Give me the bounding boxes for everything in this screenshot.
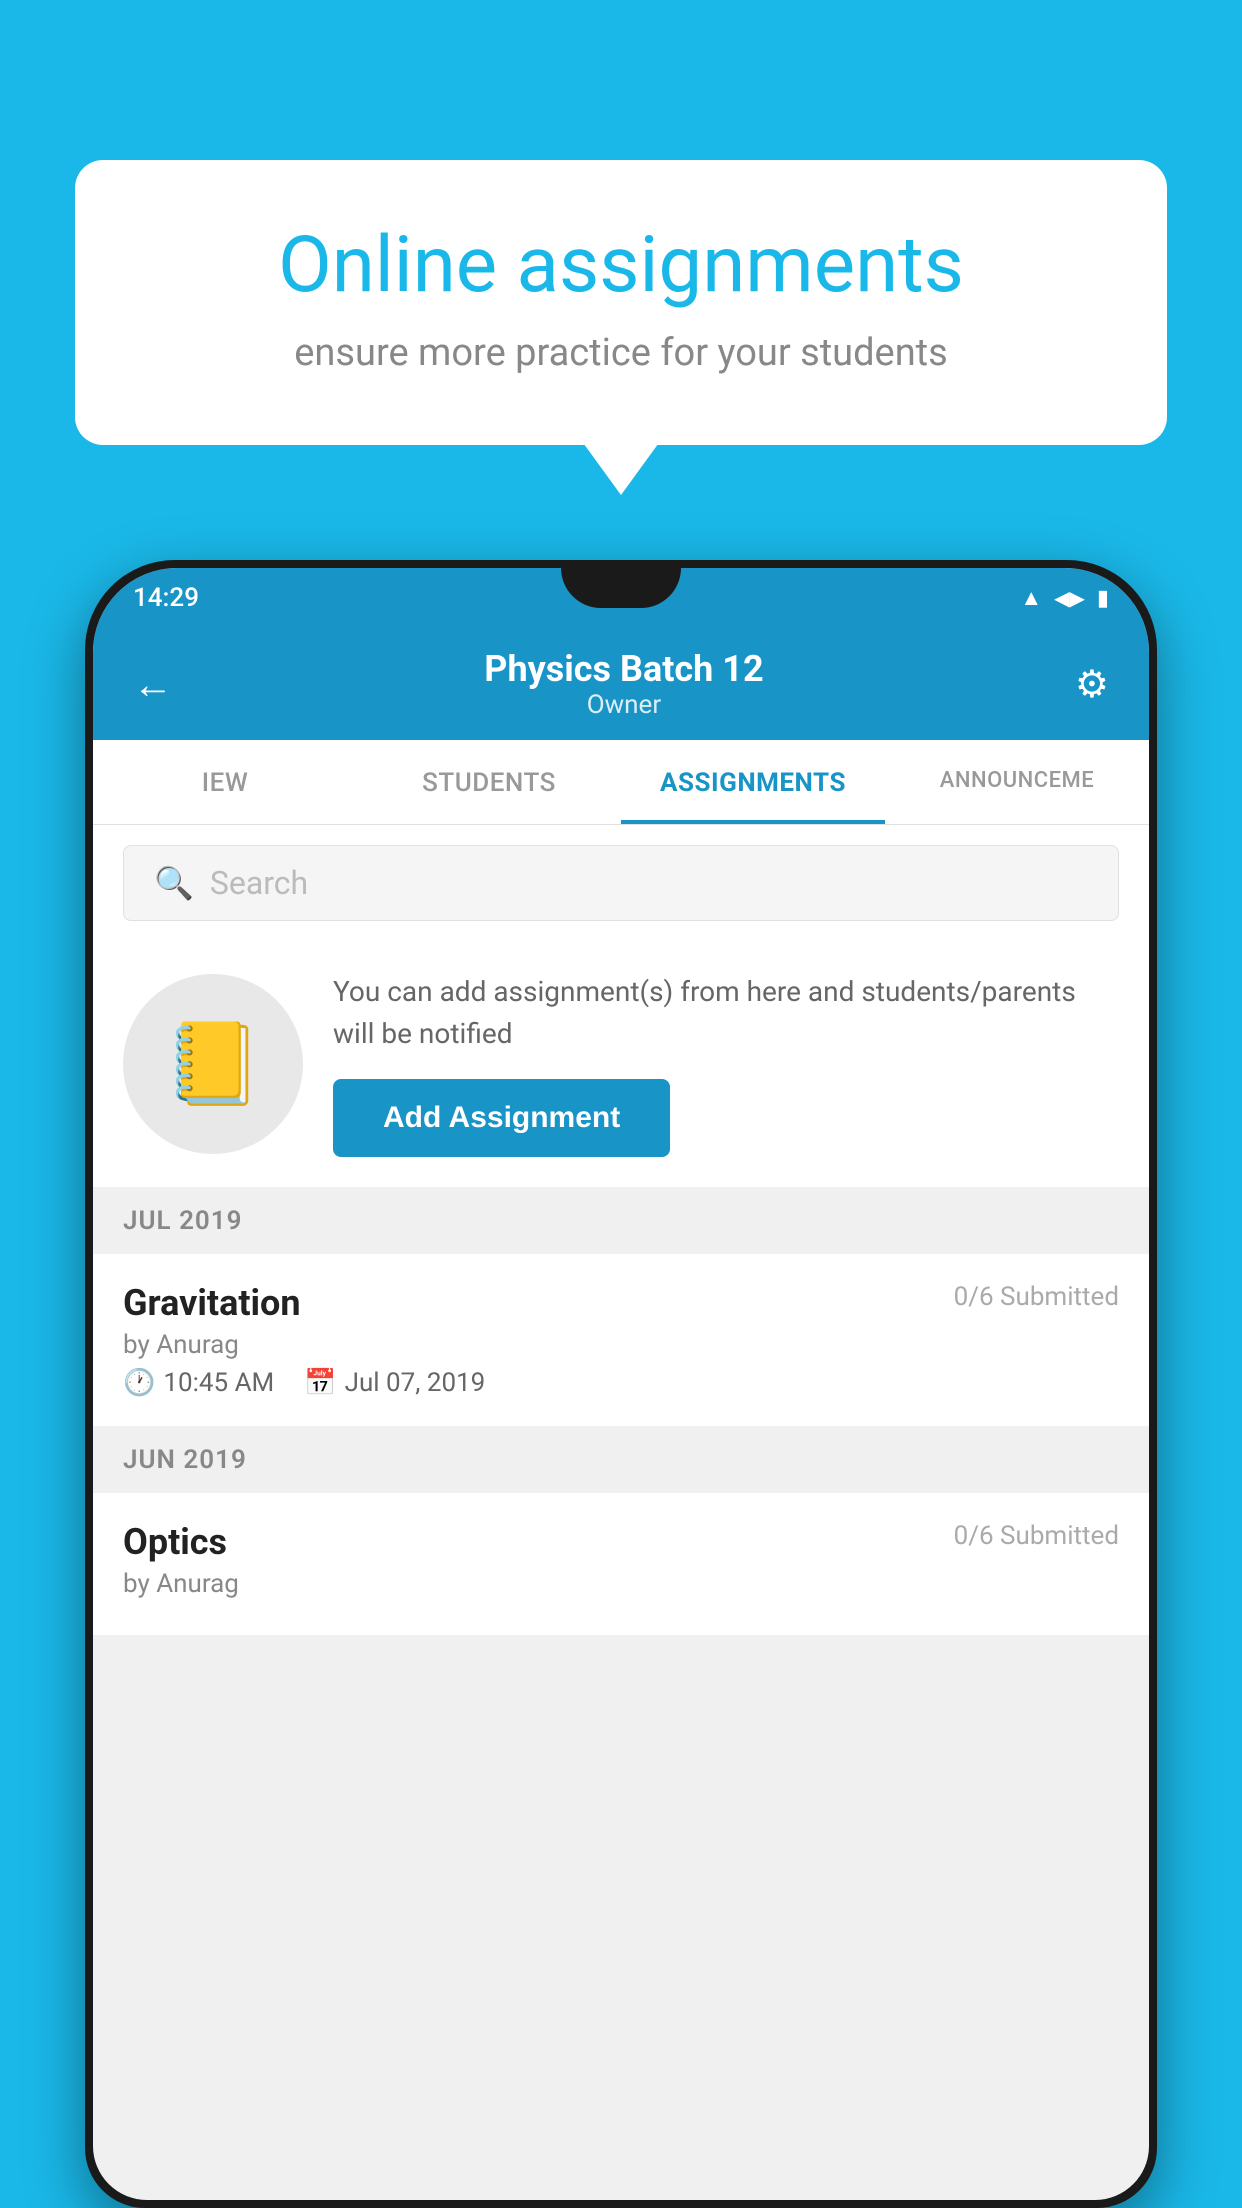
settings-icon[interactable]: ⚙ <box>1075 662 1109 707</box>
assignment-date-value: Jul 07, 2019 <box>345 1368 486 1398</box>
assignment-time-value: 10:45 AM <box>163 1368 274 1398</box>
search-icon: 🔍 <box>154 864 194 902</box>
app-header: ← Physics Batch 12 Owner ⚙ <box>93 628 1149 740</box>
assignment-name-optics: Optics <box>123 1521 227 1563</box>
promo-text-area: You can add assignment(s) from here and … <box>333 971 1119 1157</box>
tab-assignments[interactable]: ASSIGNMENTS <box>621 740 885 824</box>
status-bar: 14:29 ▲ ◀▶ ▮ <box>93 568 1149 628</box>
search-placeholder: Search <box>210 864 308 902</box>
signal-icon: ◀▶ <box>1054 586 1085 610</box>
search-wrapper: 🔍 Search <box>93 825 1149 941</box>
promo-card: Online assignments ensure more practice … <box>75 160 1167 445</box>
status-time: 14:29 <box>133 583 199 613</box>
assignment-submitted-optics: 0/6 Submitted <box>954 1521 1119 1551</box>
notebook-icon: 📒 <box>163 1017 263 1111</box>
notch <box>561 568 681 608</box>
speech-bubble: Online assignments ensure more practice … <box>75 160 1167 445</box>
section-jun-2019: JUN 2019 <box>93 1427 1149 1493</box>
assignment-by-optics: by Anurag <box>123 1569 1119 1599</box>
assignment-gravitation[interactable]: Gravitation 0/6 Submitted by Anurag 🕐 10… <box>93 1254 1149 1427</box>
assignment-name-gravitation: Gravitation <box>123 1282 301 1324</box>
status-icons: ▲ ◀▶ ▮ <box>1020 585 1109 611</box>
section-jun-label: JUN 2019 <box>123 1445 247 1475</box>
assignment-row-top: Gravitation 0/6 Submitted <box>123 1282 1119 1324</box>
tab-iew[interactable]: IEW <box>93 740 357 824</box>
tab-students[interactable]: STUDENTS <box>357 740 621 824</box>
assignment-optics[interactable]: Optics 0/6 Submitted by Anurag <box>93 1493 1149 1636</box>
promo-title: Online assignments <box>155 220 1087 311</box>
phone-frame: 14:29 ▲ ◀▶ ▮ ← Physics Batch 12 Owner ⚙ … <box>85 560 1157 2208</box>
assignment-meta-gravitation: 🕐 10:45 AM 📅 Jul 07, 2019 <box>123 1368 1119 1398</box>
content-area: 🔍 Search 📒 You can add assignment(s) fro… <box>93 825 1149 1636</box>
promo-icon-circle: 📒 <box>123 974 303 1154</box>
back-button[interactable]: ← <box>133 661 173 708</box>
batch-title: Physics Batch 12 <box>484 648 763 690</box>
clock-icon: 🕐 <box>123 1368 155 1398</box>
promo-subtitle: ensure more practice for your students <box>155 331 1087 375</box>
tab-announcements[interactable]: ANNOUNCEME <box>885 740 1149 824</box>
calendar-icon: 📅 <box>304 1368 336 1398</box>
promo-description: You can add assignment(s) from here and … <box>333 971 1119 1055</box>
assignment-by-gravitation: by Anurag <box>123 1330 1119 1360</box>
assignment-row-top-optics: Optics 0/6 Submitted <box>123 1521 1119 1563</box>
wifi-icon: ▲ <box>1020 585 1042 611</box>
phone-screen: 14:29 ▲ ◀▶ ▮ ← Physics Batch 12 Owner ⚙ … <box>93 568 1149 2200</box>
header-center: Physics Batch 12 Owner <box>484 648 763 720</box>
search-bar[interactable]: 🔍 Search <box>123 845 1119 921</box>
assignment-time: 🕐 10:45 AM <box>123 1368 274 1398</box>
battery-icon: ▮ <box>1097 586 1109 611</box>
assignment-date: 📅 Jul 07, 2019 <box>304 1368 485 1398</box>
batch-subtitle: Owner <box>484 690 763 720</box>
section-jul-2019: JUL 2019 <box>93 1188 1149 1254</box>
assignment-submitted-gravitation: 0/6 Submitted <box>954 1282 1119 1312</box>
add-assignment-button[interactable]: Add Assignment <box>333 1079 670 1157</box>
section-jul-label: JUL 2019 <box>123 1206 243 1236</box>
promo-section: 📒 You can add assignment(s) from here an… <box>93 941 1149 1188</box>
tabs-bar: IEW STUDENTS ASSIGNMENTS ANNOUNCEME <box>93 740 1149 825</box>
